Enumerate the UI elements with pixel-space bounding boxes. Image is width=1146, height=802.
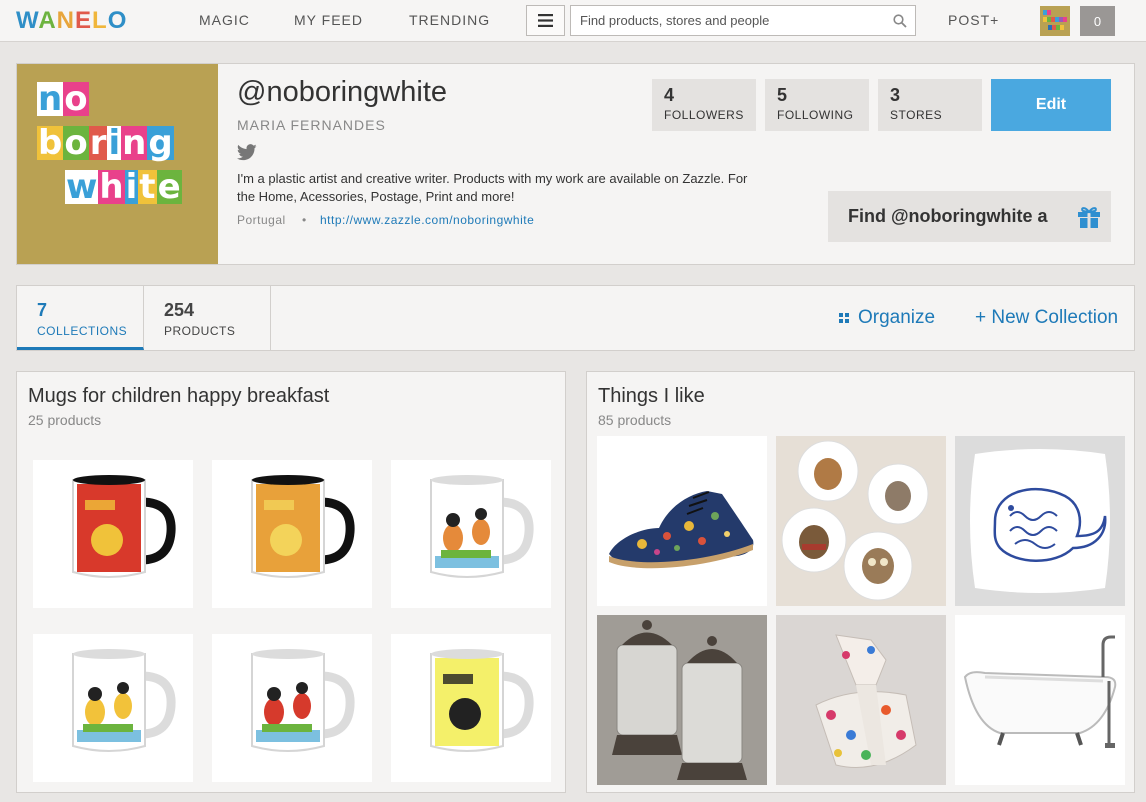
followers-stat[interactable]: 4 FOLLOWERS (652, 79, 756, 131)
profile-image-letter: b (37, 123, 64, 163)
logo-letter: A (38, 7, 57, 34)
mug-image (430, 475, 534, 578)
product-thumbnail-mug[interactable] (391, 634, 551, 782)
collection-product-count: 25 products (28, 412, 102, 428)
profile-image: no boring white (17, 64, 218, 264)
mug-image (251, 649, 355, 752)
collection-product-count: 85 products (598, 412, 672, 428)
profile-image-letter: i (124, 167, 139, 207)
profile-image-letter: o (63, 79, 89, 119)
stores-label: STORES (890, 108, 943, 122)
profile-image-letter: o (63, 123, 89, 163)
mug-image (72, 475, 176, 578)
collection-card-things-i-like[interactable]: Things I like 85 products (586, 371, 1135, 793)
profile-image-letter: n (37, 79, 64, 119)
sandal-image (776, 615, 946, 785)
profile-image-line-3: white (65, 170, 182, 204)
product-thumbnail-mug[interactable] (391, 460, 551, 608)
profile-website-link[interactable]: http://www.zazzle.com/noboringwhite (320, 213, 534, 227)
tab-products[interactable]: 254 PRODUCTS (144, 286, 271, 350)
gift-icon (1078, 207, 1100, 228)
logo-letter: O (107, 7, 128, 34)
nav-link-trending[interactable]: TRENDING (409, 12, 490, 28)
product-thumbnail-mug[interactable] (33, 460, 193, 608)
menu-button[interactable] (526, 5, 565, 36)
logo-letter: L (92, 7, 108, 34)
shoe-image (609, 491, 754, 569)
profile-image-line-2: boring (37, 126, 174, 160)
collection-title: Things I like (598, 385, 705, 407)
plates-image (776, 436, 946, 606)
logo-letter: W (16, 7, 39, 34)
product-thumbnail-mug[interactable] (212, 634, 372, 782)
profile-image-letter: h (98, 167, 125, 207)
top-navigation: WANELO MAGIC MY FEED TRENDING POST+ 0 (0, 0, 1146, 42)
stores-stat[interactable]: 3 STORES (878, 79, 982, 131)
location-separator: • (302, 213, 307, 227)
profile-location: Portugal (237, 213, 286, 227)
mug-image (430, 649, 534, 752)
product-thumbnail-whale-pillow[interactable] (955, 436, 1125, 606)
collection-title: Mugs for children happy breakfast (28, 385, 330, 407)
product-thumbnail-bathtub[interactable] (955, 615, 1125, 785)
notification-badge[interactable]: 0 (1080, 6, 1115, 36)
search-input[interactable] (571, 6, 871, 35)
pillow-image (955, 436, 1125, 606)
grid-icon (839, 312, 849, 323)
profile-image-letter: n (121, 123, 148, 163)
profile-image-letter: w (65, 167, 99, 207)
profile-real-name: MARIA FERNANDES (237, 117, 386, 133)
search-icon[interactable] (893, 14, 907, 28)
profile-tabs-bar: 7 COLLECTIONS 254 PRODUCTS Organize + Ne… (16, 285, 1135, 351)
wanelo-logo[interactable]: WANELO (16, 7, 127, 35)
following-label: FOLLOWING (777, 108, 854, 122)
twitter-icon[interactable] (237, 144, 257, 161)
logo-letter: N (56, 7, 76, 34)
organize-label: Organize (858, 307, 936, 328)
profile-image-letter: g (147, 123, 174, 163)
profile-image-letter: t (138, 167, 157, 207)
profile-image-letter: r (88, 123, 108, 163)
find-gift-label: Find @noboringwhite a (848, 206, 1048, 226)
find-gift-button[interactable]: Find @noboringwhite a (828, 191, 1111, 242)
product-thumbnail-mug[interactable] (33, 634, 193, 782)
nav-link-my-feed[interactable]: MY FEED (294, 12, 363, 28)
collections-label: COLLECTIONS (37, 324, 128, 338)
jars-image (597, 615, 767, 785)
bathtub-image (955, 615, 1125, 785)
post-button[interactable]: POST+ (948, 12, 999, 28)
collections-count: 7 (37, 300, 48, 320)
nav-link-magic[interactable]: MAGIC (199, 12, 250, 28)
profile-image-letter: i (107, 123, 122, 163)
new-collection-button[interactable]: + New Collection (975, 307, 1118, 329)
avatar[interactable] (1040, 6, 1070, 36)
mug-image (251, 475, 355, 578)
product-thumbnail-pompom-sandal[interactable] (776, 615, 946, 785)
following-stat[interactable]: 5 FOLLOWING (765, 79, 869, 131)
products-label: PRODUCTS (164, 324, 236, 338)
hamburger-icon (538, 14, 553, 27)
profile-handle: @noboringwhite (237, 76, 448, 108)
product-thumbnail-mug[interactable] (212, 460, 372, 608)
followers-count: 4 (664, 85, 675, 105)
organize-button[interactable]: Organize (839, 307, 935, 329)
products-count: 254 (164, 300, 195, 320)
profile-image-letter: e (156, 167, 182, 207)
profile-image-line-1: no (37, 82, 89, 116)
edit-profile-button[interactable]: Edit (991, 79, 1111, 131)
stores-count: 3 (890, 85, 901, 105)
mug-image (72, 649, 176, 752)
profile-card: no boring white @noboringwhite MARIA FER… (16, 63, 1135, 265)
following-count: 5 (777, 85, 788, 105)
profile-bio: I'm a plastic artist and creative writer… (237, 171, 748, 204)
search-box (570, 5, 916, 36)
logo-letter: E (75, 7, 93, 34)
product-thumbnail-animal-plates[interactable] (776, 436, 946, 606)
product-thumbnail-floral-shoe[interactable] (597, 436, 767, 606)
avatar-thumbnail (1040, 6, 1070, 36)
followers-label: FOLLOWERS (664, 108, 744, 122)
collection-card-mugs[interactable]: Mugs for children happy breakfast 25 pro… (16, 371, 566, 793)
product-thumbnail-glass-jars[interactable] (597, 615, 767, 785)
tab-collections[interactable]: 7 COLLECTIONS (17, 286, 144, 350)
